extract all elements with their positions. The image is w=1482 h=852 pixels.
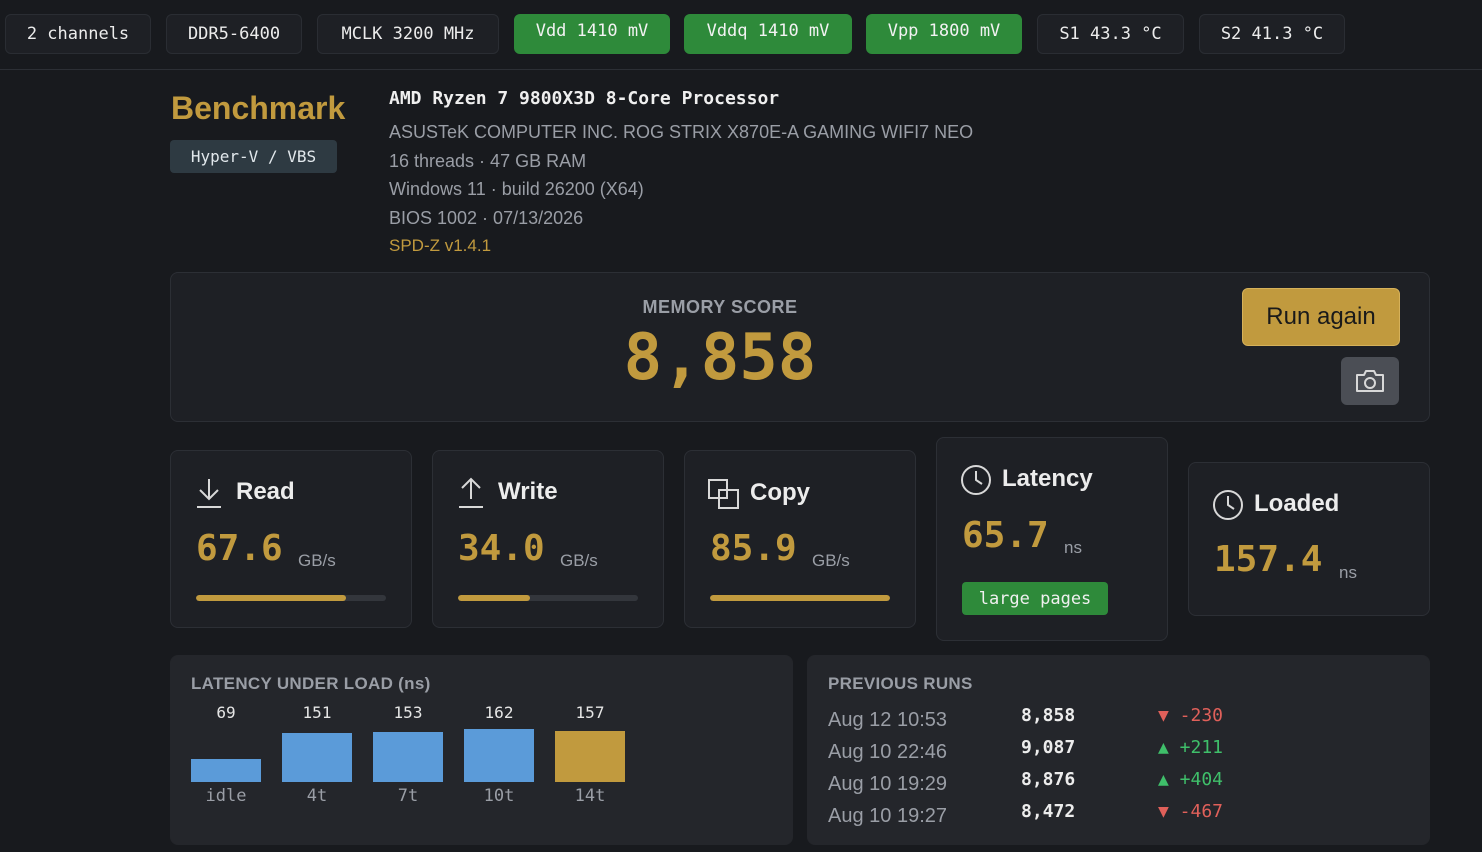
- large-pages-badge: large pages: [962, 582, 1108, 615]
- copy-progress-fill: [710, 595, 890, 601]
- run-score: 8,858: [1021, 705, 1076, 726]
- latency-bar-label: 10t: [483, 786, 515, 806]
- write-unit: GB/s: [560, 551, 598, 570]
- latency-bar-7t: [373, 732, 443, 782]
- copy-icon: [708, 479, 739, 509]
- write-progress-fill: [458, 595, 530, 601]
- run-score: 9,087: [1021, 737, 1076, 758]
- status-bar: 2 channels DDR5-6400 MCLK 3200 MHz Vdd 1…: [0, 0, 1482, 70]
- os-info: Windows 11 · build 26200 (X64): [389, 179, 644, 199]
- run-time: Aug 12 10:53: [828, 709, 947, 731]
- write-progress-bar: [458, 595, 638, 601]
- read-progress-fill: [196, 595, 347, 601]
- hypervisor-badge: Hyper-V / VBS: [170, 140, 337, 173]
- upload-icon: [459, 477, 483, 508]
- run-time: Aug 10 22:46: [828, 741, 947, 763]
- screenshot-button[interactable]: [1341, 357, 1399, 405]
- write-title: Write: [498, 478, 558, 505]
- run-delta: ▲ +211: [1158, 737, 1224, 758]
- copy-unit: GB/s: [812, 551, 850, 570]
- copy-value: 85.9: [710, 528, 797, 569]
- vpp-chip: Vpp 1800 mV: [866, 14, 1022, 54]
- loaded-unit: ns: [1339, 563, 1357, 582]
- memory-score-label: MEMORY SCORE: [642, 297, 798, 317]
- sensor1-temp-chip: S1 43.3 °C: [1037, 14, 1184, 54]
- write-value: 34.0: [458, 528, 545, 569]
- latency-bar-value: 153: [393, 703, 423, 722]
- run-score: 8,472: [1021, 801, 1076, 822]
- app-version: SPD-Z v1.4.1: [389, 236, 492, 255]
- channels-chip: 2 channels: [5, 14, 151, 54]
- bios-info: BIOS 1002 · 07/13/2026: [389, 208, 584, 228]
- memory-score-panel: MEMORY SCORE 8,858: [170, 272, 1430, 422]
- latency-bar-label: 4t: [306, 786, 328, 806]
- copy-title: Copy: [750, 479, 810, 506]
- run-time: Aug 10 19:27: [828, 805, 947, 827]
- cpu-name: AMD Ryzen 7 9800X3D 8-Core Processor: [389, 88, 780, 109]
- run-time: Aug 10 19:29: [828, 773, 947, 795]
- memory-score-value: 8,858: [623, 321, 817, 395]
- run-score: 8,876: [1021, 769, 1076, 790]
- latency-bar-label: idle: [205, 786, 247, 806]
- read-title: Read: [236, 478, 295, 505]
- latency-bar-value: 151: [302, 703, 332, 722]
- latency-bar-4t: [282, 733, 352, 782]
- clock-icon: [961, 465, 991, 495]
- vdd-chip: Vdd 1410 mV: [514, 14, 670, 54]
- read-unit: GB/s: [298, 551, 336, 570]
- mclk-chip: MCLK 3200 MHz: [317, 14, 499, 54]
- latency-bar-14t: [555, 731, 625, 782]
- threads-ram-info: 16 threads · 47 GB RAM: [389, 151, 587, 171]
- download-icon: [197, 479, 221, 508]
- run-delta: ▼ -467: [1158, 801, 1224, 822]
- latency-under-load-title: LATENCY UNDER LOAD (ns): [191, 674, 431, 693]
- latency-unit: ns: [1064, 538, 1082, 557]
- read-value: 67.6: [196, 528, 283, 569]
- copy-progress-bar: [710, 595, 890, 601]
- latency-bar-value: 162: [484, 703, 514, 722]
- run-delta: ▼ -230: [1158, 705, 1224, 726]
- latency-bar-label: 7t: [397, 786, 419, 806]
- run-again-button[interactable]: Run again: [1242, 288, 1400, 346]
- run-delta: ▲ +404: [1158, 769, 1224, 790]
- latency-bar-label: 14t: [574, 786, 606, 806]
- loaded-title: Loaded: [1254, 490, 1340, 517]
- camera-icon: [1356, 370, 1384, 392]
- sensor2-temp-chip: S2 41.3 °C: [1199, 14, 1345, 54]
- vddq-chip: Vddq 1410 mV: [684, 14, 852, 54]
- latency-bar-value: 69: [216, 703, 236, 722]
- latency-value: 65.7: [962, 515, 1049, 556]
- latency-bar-idle: [191, 759, 261, 782]
- clock-icon: [1213, 490, 1243, 520]
- loaded-value: 157.4: [1214, 539, 1323, 580]
- latency-bar-10t: [464, 729, 534, 782]
- latency-bar-value: 157: [575, 703, 605, 722]
- previous-runs-title: PREVIOUS RUNS: [828, 674, 973, 693]
- latency-title: Latency: [1002, 465, 1093, 492]
- read-progress-bar: [196, 595, 386, 601]
- page-title: Benchmark: [171, 90, 346, 126]
- memory-type-chip: DDR5-6400: [166, 14, 302, 54]
- motherboard-name: ASUSTeK COMPUTER INC. ROG STRIX X870E-A …: [389, 122, 974, 142]
